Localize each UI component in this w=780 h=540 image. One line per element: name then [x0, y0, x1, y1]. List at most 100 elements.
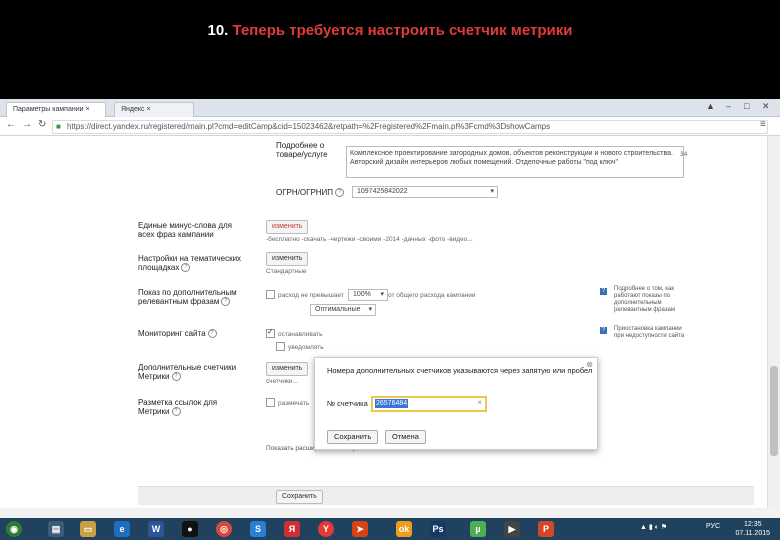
windows-taskbar: ◉ ▤ ▭ e W ● ◎ S Я Y ➤ ok Ps µ ▶ P ▲ ▮ ◐ …: [0, 518, 780, 540]
extra-phrases-label: Показ по дополнительным релевантным фраз…: [138, 288, 248, 307]
popup-save-button[interactable]: Сохранить: [327, 430, 379, 444]
tab-campaign-settings[interactable]: Параметры кампании ×: [6, 102, 106, 117]
user-icon[interactable]: ▲: [706, 101, 715, 111]
ie-icon[interactable]: e: [114, 521, 130, 537]
torrent-icon[interactable]: µ: [470, 521, 486, 537]
extra-mode-value: Оптимальные: [315, 306, 361, 313]
help-icon[interactable]: ?: [171, 372, 181, 382]
info-icon[interactable]: ?: [600, 327, 607, 334]
extra-phrases-checkbox[interactable]: [266, 290, 275, 299]
ogrn-value: 1097425842022: [357, 188, 408, 195]
language-indicator[interactable]: РУС: [706, 523, 720, 530]
desc-label: Подробнее о товаре/услуге: [276, 141, 328, 159]
popup-text: Номера дополнительных счетчиков указываю…: [327, 366, 593, 375]
tab-label: Параметры кампании: [13, 106, 84, 113]
neg-words-edit-button[interactable]: изменить: [266, 220, 309, 234]
clock-date: 07.11.2015: [735, 530, 770, 537]
reload-icon[interactable]: ↻: [38, 119, 46, 130]
info-icon[interactable]: ?: [600, 288, 607, 295]
page-content: Подробнее о товаре/услуге Комплексное пр…: [0, 136, 768, 508]
camera-icon[interactable]: ●: [182, 521, 198, 537]
help-icon[interactable]: ?: [221, 297, 231, 307]
extra-phrases-option: расход не превышает: [278, 292, 344, 299]
desc-textarea[interactable]: Комплексное проектирование загородных до…: [346, 146, 684, 178]
back-icon[interactable]: ←: [6, 119, 16, 130]
extra-phrases-suffix: от общего расхода кампании: [388, 292, 476, 299]
explorer-icon[interactable]: ▤: [48, 521, 64, 537]
extra-percent-select[interactable]: 100% ▾: [348, 289, 388, 301]
address-bar-row: ← → ↻ ■ https://direct.yandex.ru/registe…: [0, 117, 780, 136]
metrika-edit-button[interactable]: изменить: [266, 362, 309, 376]
counter-field-label: № счетчика: [327, 399, 368, 408]
close-icon[interactable]: ×: [86, 106, 90, 113]
slide-heading: Теперь требуется настроить счетчик метри…: [232, 22, 573, 39]
tray-icons[interactable]: ▲ ▮ ◐ ⚑: [640, 523, 667, 531]
yandex-browser-icon[interactable]: Y: [318, 521, 334, 537]
tab-label: Яндекс: [121, 106, 145, 113]
monitor-label-text: Мониторинг сайта: [138, 329, 206, 338]
close-icon[interactable]: ×: [147, 106, 151, 113]
metrika-counters-label: Дополнительные счетчики Метрики?: [138, 363, 248, 382]
word-icon[interactable]: W: [148, 521, 164, 537]
counter-number-value: 26576484: [375, 399, 409, 408]
extra-percent-value: 100%: [353, 291, 371, 298]
metrika-tags-checkbox[interactable]: [266, 398, 275, 407]
thematic-edit-button[interactable]: изменить: [266, 252, 309, 266]
slide-number: 10.: [207, 22, 229, 39]
start-icon[interactable]: ◉: [6, 521, 22, 537]
menu-icon[interactable]: ≡: [760, 119, 766, 130]
monitor-hint: Приостановка кампании при недоступности …: [614, 326, 685, 339]
clear-icon[interactable]: ×: [477, 398, 482, 407]
neg-words-label: Единые минус-слова для всех фраз кампани…: [138, 221, 232, 239]
monitor-label: Мониторинг сайта?: [138, 329, 217, 339]
thematic-label: Настройки на тематических площадках?: [138, 254, 248, 273]
powerpoint-icon[interactable]: P: [538, 521, 554, 537]
url-text: https://direct.yandex.ru/registered/main…: [67, 122, 551, 131]
scrollbar-thumb[interactable]: [770, 366, 778, 456]
chevron-down-icon: ▾: [490, 188, 494, 195]
help-icon[interactable]: ?: [335, 188, 345, 198]
help-icon[interactable]: ?: [181, 263, 191, 273]
video-icon[interactable]: ▶: [504, 521, 520, 537]
chrome-icon[interactable]: ◎: [216, 521, 232, 537]
ogrn-label-text: ОГРН/ОГРНИП: [276, 188, 334, 197]
url-field[interactable]: ■ https://direct.yandex.ru/registered/ma…: [52, 120, 768, 134]
tab-yandex[interactable]: Яндекс ×: [114, 102, 194, 117]
chevron-down-icon: ▾: [380, 291, 384, 298]
metrika-value: счетчики...: [266, 378, 298, 385]
ok-icon[interactable]: ok: [396, 521, 412, 537]
browser-window: Параметры кампании × Яндекс × ▲ – □ ✕ ← …: [0, 99, 780, 540]
metrika-counters-label-text: Дополнительные счетчики Метрики: [138, 363, 237, 381]
ogrn-select[interactable]: 1097425842022 ▾: [352, 186, 498, 198]
tab-bar: Параметры кампании × Яндекс × ▲ – □ ✕: [0, 99, 780, 117]
yandex-icon[interactable]: Я: [284, 521, 300, 537]
minimize-icon[interactable]: –: [726, 101, 731, 111]
forward-icon[interactable]: →: [22, 119, 32, 130]
counter-number-input[interactable]: 26576484 ×: [371, 396, 487, 412]
metrika-counters-popup: ⊗ Номера дополнительных счетчиков указыв…: [314, 357, 598, 450]
page-scrollbar[interactable]: [767, 136, 780, 508]
clock[interactable]: 12:35 07.11.2015: [735, 520, 770, 538]
folder-icon[interactable]: ▭: [80, 521, 96, 537]
extra-phrases-hint: Подробнее о том, как работают показы по …: [614, 286, 676, 313]
popup-cancel-button[interactable]: Отмена: [385, 430, 426, 444]
monitor-stop-checkbox[interactable]: [266, 327, 275, 338]
desc-counter: 34: [680, 151, 688, 158]
metrika-tags-label: Разметка ссылок для Метрики?: [138, 398, 248, 417]
monitor-notify-checkbox[interactable]: [276, 342, 285, 351]
help-icon[interactable]: ?: [207, 329, 217, 339]
extra-mode-select[interactable]: Оптимальные ▾: [310, 304, 376, 316]
metrika-tags-option: размечать: [278, 400, 310, 407]
maximize-icon[interactable]: □: [744, 101, 749, 111]
save-campaign-button[interactable]: Сохранить: [276, 490, 323, 504]
close-window-icon[interactable]: ✕: [762, 101, 770, 112]
skype-icon[interactable]: S: [250, 521, 266, 537]
slide-title: 10. Теперь требуется настроить счетчик м…: [0, 22, 780, 39]
send-icon[interactable]: ➤: [352, 521, 368, 537]
lock-icon: ■: [56, 122, 61, 131]
thematic-value: Стандартные: [266, 268, 307, 275]
monitor-notify-option: уведомлять: [288, 344, 324, 351]
help-icon[interactable]: ?: [171, 407, 181, 417]
photoshop-icon[interactable]: Ps: [430, 521, 446, 537]
neg-words-value: -бесплатно -скачать -чертежи -своими -20…: [266, 236, 473, 243]
